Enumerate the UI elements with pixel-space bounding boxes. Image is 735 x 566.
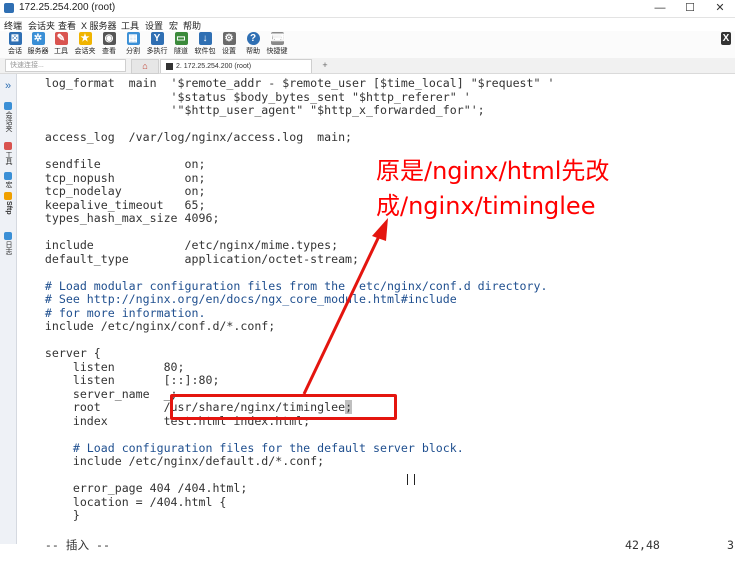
sidebar-item-tools[interactable]: 工具: [2, 142, 14, 168]
quick-connect-input[interactable]: 快速连接...: [5, 59, 126, 72]
code-line: sendfile on;: [17, 157, 206, 171]
macro-icon: [4, 172, 12, 180]
sidebar-item-sftp[interactable]: Sftp: [2, 192, 14, 218]
tunnel-icon: ▭: [174, 32, 188, 45]
session-bar: 快速连接... ⌂ 2. 172.25.254.200 (root) +: [0, 58, 735, 74]
multi-exec-button[interactable]: Y 多执行: [144, 32, 170, 58]
multi-exec-icon: Y: [150, 32, 164, 45]
code-line: error_page 404 /404.html;: [17, 481, 248, 495]
highlight-box: [170, 394, 397, 420]
package-button[interactable]: ↓ 软件包: [192, 32, 218, 58]
code-line: '$status $body_bytes_sent "$http_referer…: [17, 89, 471, 104]
close-button[interactable]: ✕: [705, 0, 735, 17]
package-icon: ↓: [198, 32, 212, 45]
code-line: types_hash_max_size 4096;: [17, 211, 220, 225]
window-title: 172.25.254.200 (root): [19, 2, 116, 13]
maximize-button[interactable]: ☐: [675, 0, 705, 17]
shortcuts-button[interactable]: ⌨ 快捷键: [264, 32, 290, 58]
tunnel-button[interactable]: ▭ 隧道: [168, 32, 194, 58]
code-line: access_log /var/log/nginx/access.log mai…: [17, 130, 353, 144]
sidebar-item-macros[interactable]: 宏: [2, 172, 14, 191]
code-line: '"$http_user_agent" "$http_x_forwarded_f…: [17, 103, 485, 117]
code-line: # Load configuration files for the defau…: [17, 440, 464, 455]
code-line: # Load modular configuration files from …: [17, 278, 548, 293]
servers-icon: ✲: [31, 32, 45, 45]
annotation-text-line-1: 原是/nginx/html先改: [376, 157, 610, 185]
sftp-icon: [4, 192, 12, 200]
tools-icon: ✎: [54, 32, 68, 45]
help-icon: ?: [246, 32, 260, 45]
tools-button[interactable]: ✎ 工具: [48, 32, 74, 58]
left-sidebar: » 会话夹 工具 宏 Sftp 日志: [0, 74, 17, 544]
scroll-percent: 3: [727, 538, 734, 552]
star-icon: ★: [78, 32, 92, 45]
code-line: location = /404.html {: [17, 494, 227, 509]
code-line: log_format main '$remote_addr - $remote_…: [17, 76, 555, 90]
new-tab-button[interactable]: +: [314, 59, 336, 72]
vim-mode: -- 插入 --: [44, 538, 110, 552]
keyboard-icon: ⌨: [270, 32, 285, 45]
code-line: keepalive_timeout 65;: [17, 197, 206, 212]
vim-status-line: -- 插入 -- 42,48 3: [17, 524, 735, 552]
split-icon: ▦: [126, 32, 140, 45]
terminal-icon: [166, 62, 173, 70]
code-line: include /etc/nginx/default.d/*.conf;: [17, 454, 325, 468]
home-icon: ⌂: [142, 61, 148, 71]
expand-sidebar-icon[interactable]: »: [2, 81, 14, 92]
code-line: include /etc/nginx/conf.d/*.conf;: [17, 319, 276, 333]
code-line: # See http://nginx.org/en/docs/ngx_core_…: [17, 292, 457, 306]
code-line: default_type application/octet-stream;: [17, 251, 360, 266]
session-tab-label: 2. 172.25.254.200 (root): [176, 63, 252, 70]
code-line: include /etc/nginx/mime.types;: [17, 238, 339, 252]
settings-button[interactable]: ⚙ 设置: [216, 32, 242, 58]
annotation-text-line-2: 成/nginx/timinglee: [376, 192, 596, 220]
split-button[interactable]: ▦ 分割: [120, 32, 146, 58]
code-line: }: [17, 508, 80, 522]
sidebar-item-sessions[interactable]: 会话夹: [2, 102, 14, 135]
code-line: # for more information.: [17, 305, 206, 320]
session-folder-button[interactable]: ★ 会话夹: [72, 32, 98, 58]
minimize-button[interactable]: —: [645, 0, 675, 17]
sidebar-item-log[interactable]: 日志: [2, 232, 14, 258]
x-server-icon: X: [721, 32, 731, 45]
gear-icon: ⚙: [222, 32, 236, 45]
menu-bar: 终端 会话夹 查看 X 服务器 工具 设置 宏 帮助: [0, 18, 735, 31]
home-tab[interactable]: ⌂: [131, 59, 159, 74]
tools-icon: [4, 142, 12, 150]
code-line: server_name _;: [17, 386, 178, 401]
code-line: tcp_nodelay on;: [17, 184, 206, 198]
star-icon: [4, 102, 12, 110]
code-line: server {: [17, 346, 101, 360]
mouse-ibeam-cursor: [407, 474, 415, 485]
view-button[interactable]: ◉ 查看: [96, 32, 122, 58]
help-button[interactable]: ? 帮助: [240, 32, 266, 58]
code-line: listen 80;: [17, 359, 185, 374]
code-line: listen [::]:80;: [17, 373, 220, 387]
terminal-area[interactable]: log_format main '$remote_addr - $remote_…: [17, 74, 735, 552]
code-line: tcp_nopush on;: [17, 170, 206, 185]
log-icon: [4, 232, 12, 240]
app-icon: [4, 3, 14, 13]
toolbar: ⊠ 会话 ✲ 服务器 ✎ 工具 ★ 会话夹 ◉ 查看 ▦ 分割 Y 多执行 ▭ 隧道 ↓ 软件包 …: [0, 31, 735, 58]
view-icon: ◉: [102, 32, 116, 45]
title-bar: 172.25.254.200 (root) — ☐ ✕: [0, 0, 735, 18]
session-tab[interactable]: 2. 172.25.254.200 (root): [160, 59, 312, 73]
session-icon: ⊠: [8, 32, 22, 45]
cursor-position: 42,48: [625, 538, 660, 552]
x-server-button[interactable]: X: [718, 32, 734, 58]
